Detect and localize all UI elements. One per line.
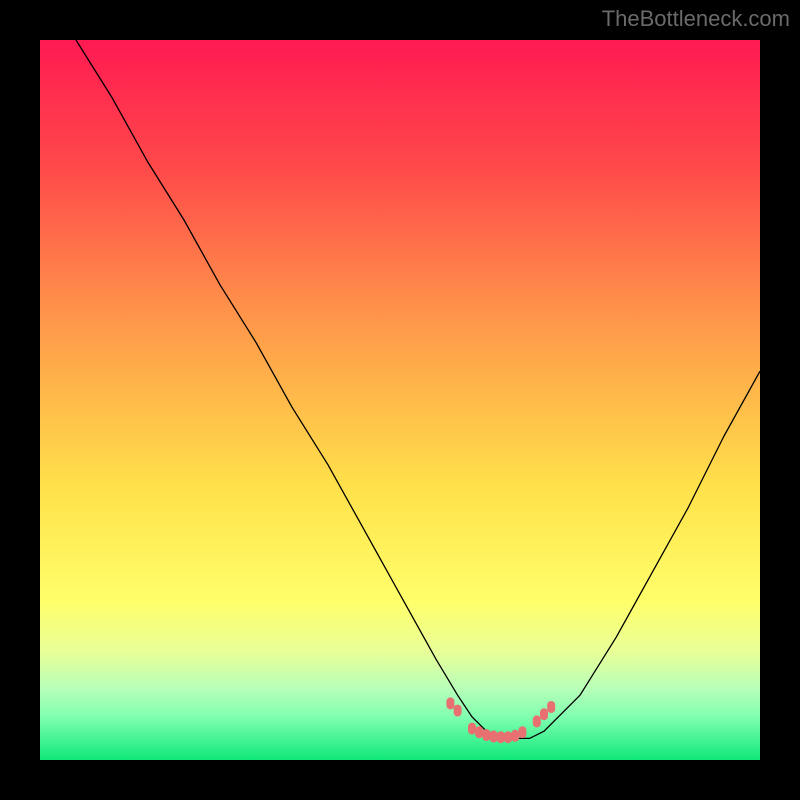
marker-dot <box>518 726 526 738</box>
marker-dot <box>475 726 483 738</box>
curve-line <box>76 40 760 738</box>
watermark-text: TheBottleneck.com <box>602 6 790 32</box>
marker-dot <box>490 731 498 743</box>
marker-dot <box>533 715 541 727</box>
chart-plot-area <box>40 40 760 760</box>
marker-dot <box>468 723 476 735</box>
marker-dot <box>454 705 462 717</box>
marker-dot <box>540 708 548 720</box>
marker-dot <box>504 731 512 743</box>
chart-svg <box>40 40 760 760</box>
marker-dot <box>497 731 505 743</box>
marker-dot <box>446 697 454 709</box>
marker-dot <box>547 701 555 713</box>
flat-minimum-markers <box>446 697 555 743</box>
marker-dot <box>511 730 519 742</box>
marker-dot <box>482 729 490 741</box>
